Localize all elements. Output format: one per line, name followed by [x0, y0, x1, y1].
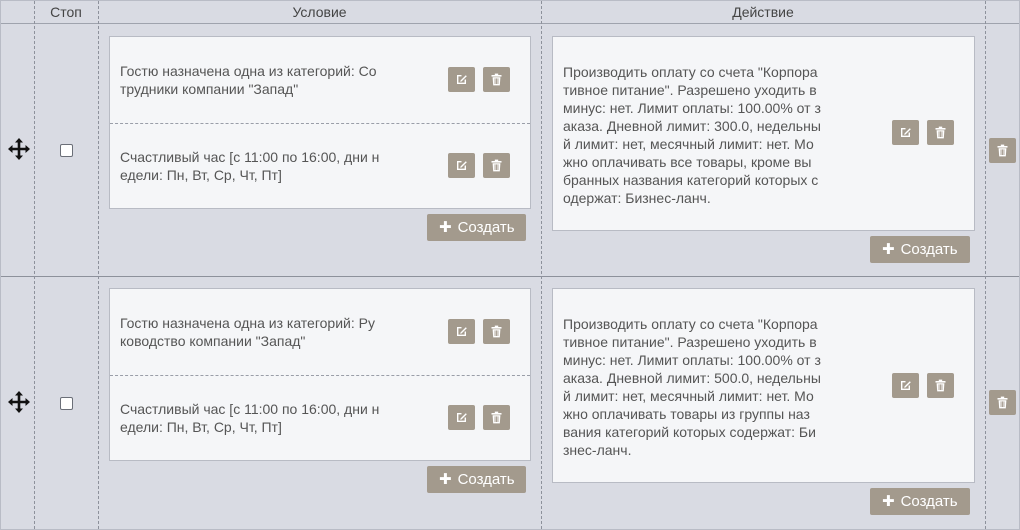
trash-icon: [935, 126, 946, 139]
move-arrows-icon: [8, 138, 30, 160]
edit-condition-button[interactable]: [448, 319, 475, 344]
create-action-button[interactable]: ✚ Создать: [870, 236, 970, 263]
edit-pencil-icon: [457, 161, 467, 170]
trash-icon: [491, 411, 502, 424]
edit-pencil-icon: [457, 327, 467, 336]
plus-icon: ✚: [439, 219, 452, 236]
condition-text: Счастливый час [с 11:00 по 16:00, дни н …: [120, 149, 380, 183]
stop-checkbox[interactable]: [60, 144, 73, 157]
condition-item: Счастливый час [с 11:00 по 16:00, дни н …: [110, 123, 530, 209]
drag-handle[interactable]: [7, 390, 31, 414]
trash-icon: [491, 325, 502, 338]
column-divider: [985, 1, 986, 529]
create-condition-button[interactable]: ✚ Создать: [427, 466, 526, 493]
action-panel: Производить оплату со счета "Корпора тив…: [552, 288, 975, 483]
edit-condition-button[interactable]: [448, 405, 475, 430]
column-divider: [34, 1, 35, 529]
conditions-panel: Гостю назначена одна из категорий: Со тр…: [109, 36, 531, 209]
create-action-button[interactable]: ✚ Создать: [870, 488, 970, 515]
delete-action-button[interactable]: [927, 120, 954, 145]
trash-icon: [491, 159, 502, 172]
stop-checkbox[interactable]: [60, 397, 73, 410]
condition-text: Счастливый час [с 11:00 по 16:00, дни н …: [120, 401, 380, 435]
trash-icon: [997, 144, 1008, 157]
header-condition: Условие: [292, 4, 347, 20]
delete-condition-button[interactable]: [483, 319, 510, 344]
drag-handle[interactable]: [7, 137, 31, 161]
trash-icon: [935, 379, 946, 392]
edit-action-button[interactable]: [892, 373, 919, 398]
edit-pencil-icon: [901, 128, 911, 137]
header-stop: Стоп: [50, 4, 82, 20]
plus-icon: ✚: [439, 471, 452, 488]
create-label: Создать: [900, 241, 958, 258]
rules-table: Стоп Условие Действие Гостю назначена од…: [0, 0, 1020, 530]
delete-action-button[interactable]: [927, 373, 954, 398]
create-condition-button[interactable]: ✚ Создать: [427, 214, 526, 241]
delete-condition-button[interactable]: [483, 405, 510, 430]
row-divider: [1, 276, 1019, 277]
move-arrows-icon: [8, 391, 30, 413]
action-text: Производить оплату со счета "Корпора тив…: [563, 316, 821, 458]
edit-pencil-icon: [457, 413, 467, 422]
condition-text: Гостю назначена одна из категорий: Со тр…: [120, 63, 377, 97]
create-label: Создать: [457, 471, 515, 488]
trash-icon: [491, 73, 502, 86]
condition-text: Гостю назначена одна из категорий: Ру ко…: [120, 315, 375, 349]
plus-icon: ✚: [882, 493, 895, 510]
column-divider: [98, 1, 99, 529]
create-label: Создать: [457, 219, 515, 236]
condition-item: Гостю назначена одна из категорий: Ру ко…: [110, 289, 530, 376]
plus-icon: ✚: [882, 241, 895, 258]
edit-condition-button[interactable]: [448, 67, 475, 92]
edit-pencil-icon: [901, 381, 911, 390]
condition-item: Гостю назначена одна из категорий: Со тр…: [110, 37, 530, 124]
trash-icon: [997, 396, 1008, 409]
delete-condition-button[interactable]: [483, 153, 510, 178]
delete-condition-button[interactable]: [483, 67, 510, 92]
conditions-panel: Гостю назначена одна из категорий: Ру ко…: [109, 288, 531, 461]
column-divider: [541, 1, 542, 529]
delete-row-button[interactable]: [989, 390, 1016, 415]
action-panel: Производить оплату со счета "Корпора тив…: [552, 36, 975, 231]
edit-pencil-icon: [457, 75, 467, 84]
edit-action-button[interactable]: [892, 120, 919, 145]
table-header: Стоп Условие Действие: [1, 1, 1019, 24]
create-label: Создать: [900, 493, 958, 510]
edit-condition-button[interactable]: [448, 153, 475, 178]
delete-row-button[interactable]: [989, 138, 1016, 163]
action-text: Производить оплату со счета "Корпора тив…: [563, 64, 821, 206]
condition-item: Счастливый час [с 11:00 по 16:00, дни н …: [110, 375, 530, 461]
header-action: Действие: [732, 4, 794, 20]
